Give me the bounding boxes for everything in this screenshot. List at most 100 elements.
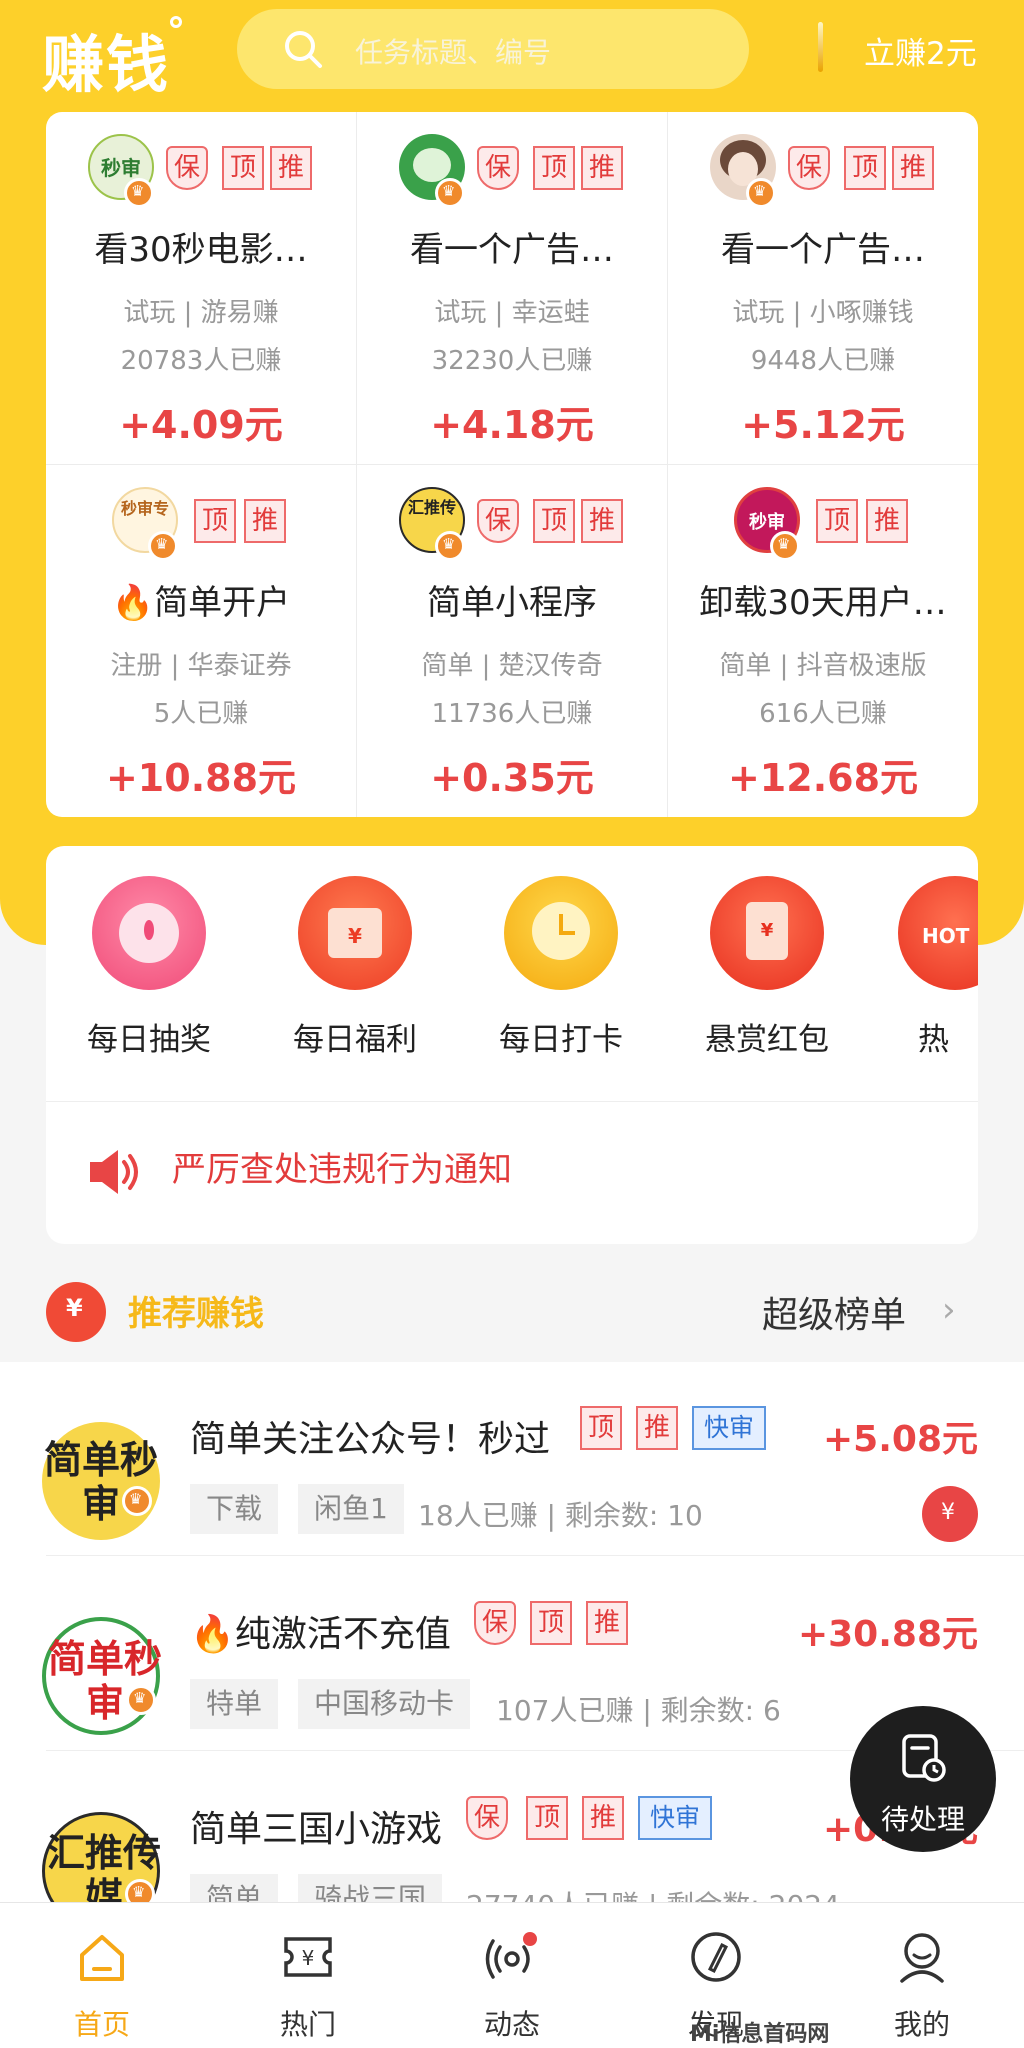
menu-hot[interactable]: HOT 热 — [898, 876, 978, 1059]
task-title: 看一个广告… — [721, 230, 925, 270]
app-chip: 中国移动卡 — [298, 1679, 471, 1729]
menu-reward-envelope[interactable]: ¥ 悬赏红包 — [692, 876, 842, 1059]
task-reward: +5.08元 — [823, 1419, 978, 1460]
clock-icon — [504, 876, 618, 990]
tag-guarantee: 保 — [166, 146, 208, 190]
ticket-icon: ¥ — [284, 1937, 332, 1977]
tag-fast-review: 快审 — [692, 1406, 766, 1450]
menu-divider — [46, 1101, 978, 1102]
task-title: 简单小程序 — [427, 583, 597, 623]
task-title: 简单三国小游戏 — [190, 1809, 443, 1850]
task-reward: +12.68元 — [727, 756, 919, 800]
tag-guarantee: 保 — [466, 1796, 508, 1840]
tag-top: 顶 — [530, 1601, 572, 1645]
tag-guarantee: 保 — [788, 146, 830, 190]
speaker-icon — [90, 1150, 138, 1194]
task-reward: +10.88元 — [105, 756, 297, 800]
task-title: 卸载30天用户… — [699, 583, 947, 623]
tag-top: 顶 — [194, 499, 236, 543]
crown-icon — [770, 531, 800, 561]
task-earned-count: 32230人已赚 — [431, 346, 593, 376]
tag-top: 顶 — [844, 146, 886, 190]
task-reward: +30.88元 — [797, 1614, 978, 1655]
task-earned-count: 5人已赚 — [153, 699, 249, 729]
crown-icon — [435, 531, 465, 561]
task-earned-count: 20783人已赚 — [120, 346, 282, 376]
task-icons: 秒审 顶 推 — [668, 487, 978, 561]
task-earned-count: 11736人已赚 — [431, 699, 593, 729]
crown-icon — [148, 531, 178, 561]
task-title: 看一个广告… — [410, 230, 614, 270]
nav-activity[interactable]: 动态 — [442, 1929, 582, 2043]
tag-top: 顶 — [580, 1406, 622, 1450]
lottery-icon — [92, 876, 206, 990]
nav-hot[interactable]: ¥ 热门 — [238, 1929, 378, 2043]
search-input[interactable]: 任务标题、编号 — [237, 9, 749, 89]
tag-recommend: 推 — [581, 146, 623, 190]
featured-task-card[interactable]: 秒审 顶 推 卸载30天用户… 简单 | 抖音极速版 616人已赚 +12.68… — [668, 465, 978, 817]
tag-guarantee: 保 — [477, 146, 519, 190]
notice-link[interactable]: 严厉查处违规行为通知 — [172, 1142, 512, 1191]
featured-task-grid: 秒审 保 顶 推 看30秒电影… 试玩 | 游易赚 20783人已赚 +4.09… — [46, 112, 978, 817]
tag-recommend: 推 — [892, 146, 934, 190]
task-meta: 27740人已赚 | 剩余数: 2024 — [466, 1884, 840, 1902]
divider-stick — [818, 22, 823, 72]
task-source: 试玩 | 游易赚 — [123, 298, 279, 328]
task-source: 试玩 | 幸运蛙 — [434, 298, 590, 328]
tag-top: 顶 — [816, 499, 858, 543]
red-envelope-icon[interactable] — [922, 1486, 978, 1542]
featured-task-card[interactable]: 秒审 保 顶 推 看30秒电影… 试玩 | 游易赚 20783人已赚 +4.09… — [46, 112, 356, 464]
search-icon — [285, 31, 322, 68]
featured-task-card[interactable]: 保 顶 推 看一个广告… 试玩 | 幸运蛙 32230人已赚 +4.18元 — [357, 112, 667, 464]
chevron-right-icon: › — [942, 1290, 956, 1330]
tag-top: 顶 — [222, 146, 264, 190]
featured-task-card[interactable]: 汇推传 保 顶 推 简单小程序 简单 | 楚汉传奇 11736人已赚 +0.35… — [357, 465, 667, 817]
task-title: 简单关注公众号！秒过 — [190, 1419, 551, 1460]
list-item[interactable]: 简单秒审 简单关注公众号！秒过 顶 推 快审 +5.08元 下载 闲鱼1 18人… — [0, 1362, 1024, 1556]
app-chip: 闲鱼1 — [298, 1484, 404, 1534]
red-envelope-icon: ¥ — [710, 876, 824, 990]
menu-daily-checkin[interactable]: 每日打卡 — [486, 876, 636, 1059]
app-logo: 赚钱 — [42, 14, 183, 104]
task-icons: 秒审专 顶 推 — [46, 487, 356, 561]
task-meta: 107人已赚 | 剩余数: 6 — [496, 1694, 781, 1727]
tag-recommend: 推 — [270, 146, 312, 190]
tag-recommend: 推 — [244, 499, 286, 543]
task-clock-icon — [902, 1734, 946, 1782]
section-title: 推荐赚钱 — [128, 1294, 264, 1334]
list-item[interactable]: 简单秒审 🔥纯激活不充值 保 顶 推 +30.88元 特单 中国移动卡 107人… — [0, 1557, 1024, 1751]
menu-daily-lottery[interactable]: 每日抽奖 — [74, 876, 224, 1059]
app-screen: 赚钱 任务标题、编号 立赚2元 秒审 保 顶 推 看30秒电影… 试玩 | 游易… — [0, 0, 1024, 2048]
menu-daily-welfare[interactable]: ¥ 每日福利 — [280, 876, 430, 1059]
money-bag-icon — [46, 1282, 106, 1342]
svg-text:¥: ¥ — [302, 1946, 315, 1970]
instant-earn-button[interactable]: 立赚2元 — [864, 28, 977, 73]
crown-icon — [125, 1879, 155, 1902]
app-chip: 骑战三国 — [298, 1874, 443, 1902]
home-icon — [80, 1935, 124, 1981]
task-thumbnail: 汇推传媒 — [42, 1812, 161, 1902]
pending-tasks-button[interactable]: 待处理 — [850, 1706, 996, 1852]
tag-top: 顶 — [526, 1796, 568, 1840]
task-icons: 保 顶 推 — [357, 134, 667, 208]
crown-icon — [126, 1685, 156, 1715]
nav-home[interactable]: 首页 — [32, 1929, 172, 2043]
tag-fast-review: 快审 — [638, 1796, 712, 1840]
crown-icon — [124, 178, 154, 208]
category-chip: 特单 — [190, 1679, 279, 1729]
featured-task-card[interactable]: 保 顶 推 看一个广告… 试玩 | 小啄赚钱 9448人已赚 +5.12元 — [668, 112, 978, 464]
featured-task-card[interactable]: 秒审专 顶 推 🔥简单开户 注册 | 华泰证券 5人已赚 +10.88元 — [46, 465, 356, 817]
task-source: 简单 | 楚汉传奇 — [421, 651, 603, 681]
tag-guarantee: 保 — [474, 1601, 516, 1645]
user-icon — [900, 1933, 944, 1983]
task-earned-count: 616人已赚 — [759, 699, 887, 729]
task-thumbnail: 简单秒审 — [42, 1422, 160, 1540]
tag-recommend: 推 — [581, 499, 623, 543]
task-icons: 秒审 保 顶 推 — [46, 134, 356, 208]
hot-icon: HOT — [898, 876, 978, 990]
crown-icon — [122, 1486, 152, 1516]
task-reward: +4.09元 — [119, 403, 283, 447]
task-title: 看30秒电影… — [94, 230, 308, 270]
task-earned-count: 9448人已赚 — [750, 346, 896, 376]
super-ranking-link[interactable]: 超级榜单 — [762, 1286, 906, 1338]
